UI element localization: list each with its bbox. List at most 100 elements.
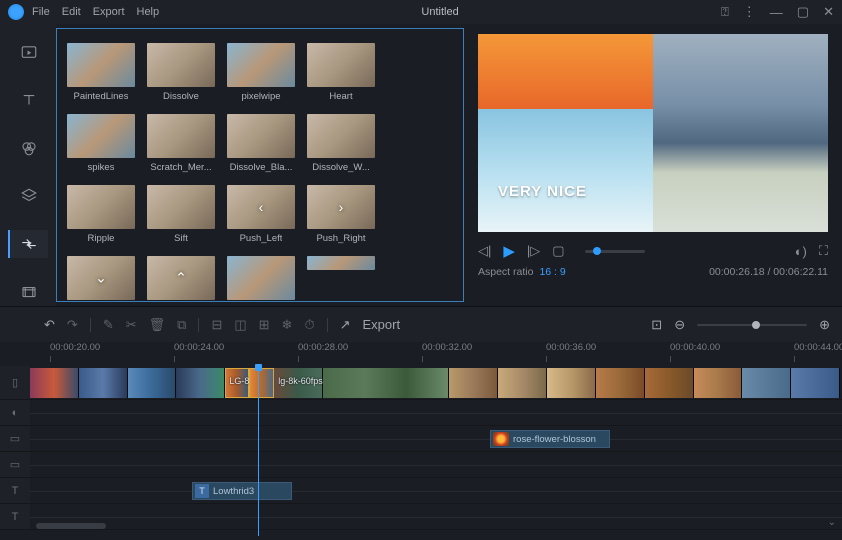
cut-button[interactable]: ✂: [126, 317, 137, 333]
timeline-more-icon[interactable]: ⌄: [828, 517, 836, 528]
zoom-out-button[interactable]: ⊖: [674, 317, 685, 333]
video-clip[interactable]: [742, 368, 791, 398]
stop-button[interactable]: ▢: [552, 243, 564, 259]
ruler-tick: 00:00:20.00: [50, 342, 100, 353]
video-clip[interactable]: [791, 368, 840, 398]
track-video-icon[interactable]: ▯: [0, 366, 30, 400]
volume-icon[interactable]: ◐): [795, 244, 807, 259]
video-clip[interactable]: [547, 368, 596, 398]
video-clip[interactable]: [128, 368, 177, 398]
redo-button[interactable]: ↷: [67, 317, 78, 333]
copy-button[interactable]: ⧉: [177, 317, 186, 333]
video-clip[interactable]: [249, 368, 274, 398]
video-clip[interactable]: [596, 368, 645, 398]
prev-frame-button[interactable]: ◁|: [478, 243, 491, 259]
time-ruler[interactable]: 00:00:20.0000:00:24.0000:00:28.0000:00:3…: [30, 342, 842, 366]
export-label[interactable]: Export: [363, 317, 401, 332]
aspect-ratio-value[interactable]: 16 : 9: [539, 266, 565, 278]
delete-button[interactable]: 🗑: [149, 317, 166, 333]
edit-button[interactable]: ✎: [103, 317, 114, 333]
effect-item[interactable]: Heart: [307, 43, 375, 102]
elements-tab[interactable]: [8, 278, 48, 306]
track-text2-icon[interactable]: T: [0, 504, 30, 530]
video-clip[interactable]: [30, 368, 79, 398]
effect-item[interactable]: spikes: [67, 114, 135, 173]
playback-progress-thumb[interactable]: [593, 247, 601, 255]
menu-file[interactable]: File: [32, 6, 50, 18]
effect-item[interactable]: Ripple: [67, 185, 135, 244]
overlay-track-2[interactable]: [30, 452, 842, 478]
effect-item[interactable]: Dissolve_Bla...: [227, 114, 295, 173]
overlay-track[interactable]: rose-flower-blosson: [30, 426, 842, 452]
video-clip[interactable]: [449, 368, 498, 398]
effect-item[interactable]: Dissolve_W...: [307, 114, 375, 173]
track-filter-icon[interactable]: ◐: [0, 400, 30, 426]
effect-item[interactable]: Sift: [147, 185, 215, 244]
effect-thumb: [67, 43, 135, 87]
video-clip[interactable]: [79, 368, 128, 398]
text-clip[interactable]: T Lowthrid3: [192, 482, 292, 500]
tracks-area[interactable]: LG-8 lg-8k-60fps HDR NATURE basic30 ultra…: [30, 366, 842, 530]
effect-item[interactable]: Dissolve: [147, 43, 215, 102]
speed-button[interactable]: ⏱: [304, 317, 314, 333]
video-track[interactable]: LG-8 lg-8k-60fps HDR NATURE basic30 ultra…: [30, 366, 842, 400]
effect-item[interactable]: ‹Push_Left: [227, 185, 295, 244]
timeline-scrollbar[interactable]: [36, 523, 106, 529]
mosaic-button[interactable]: ⊞: [259, 317, 270, 333]
zoom-slider[interactable]: [697, 324, 807, 326]
video-clip[interactable]: [694, 368, 743, 398]
effect-item[interactable]: ⌃Push_Up: [147, 256, 215, 302]
video-clip[interactable]: [323, 368, 449, 398]
next-frame-button[interactable]: |▷: [527, 243, 540, 259]
effect-item[interactable]: ›Push_Right: [307, 185, 375, 244]
freeze-button[interactable]: ❄: [282, 317, 293, 333]
menu-help[interactable]: Help: [137, 6, 160, 18]
close-button[interactable]: ✕: [823, 4, 834, 20]
video-clip-strip[interactable]: LG-8 lg-8k-60fps HDR NATURE basic30 ultra…: [30, 368, 840, 398]
effect-item[interactable]: ⌄Push_Down: [67, 256, 135, 302]
filter-track[interactable]: [30, 400, 842, 426]
zoom-thumb[interactable]: [752, 321, 760, 329]
track-text-icon[interactable]: T: [0, 478, 30, 504]
export-toolbar-button[interactable]: ↗: [340, 317, 351, 333]
text-track[interactable]: T Lowthrid3: [30, 478, 842, 504]
video-clip[interactable]: lg-8k-60fps HDR NATURE basic30 ultra hd …: [274, 368, 323, 398]
video-clip[interactable]: [176, 368, 225, 398]
menu-export[interactable]: Export: [93, 6, 125, 18]
minimize-button[interactable]: —: [770, 5, 783, 20]
playback-progress[interactable]: [585, 250, 645, 253]
track-overlay-icon[interactable]: ▭: [0, 426, 30, 452]
fullscreen-icon[interactable]: ⛶: [819, 243, 828, 259]
effect-item[interactable]: Scratch_Mer...: [147, 114, 215, 173]
track-overlay2-icon[interactable]: ▭: [0, 452, 30, 478]
user-icon[interactable]: ⍰: [721, 4, 729, 20]
video-clip[interactable]: LG-8: [225, 368, 249, 398]
zoom-in-button[interactable]: ⊕: [819, 317, 830, 333]
filters-tab[interactable]: [8, 134, 48, 162]
overlay-clip[interactable]: rose-flower-blosson: [490, 430, 610, 448]
media-tab[interactable]: [8, 38, 48, 66]
maximize-button[interactable]: ▢: [797, 4, 809, 20]
undo-button[interactable]: ↶: [44, 317, 55, 333]
effect-item[interactable]: Scratch_Dust: [227, 256, 295, 302]
text-tab[interactable]: [8, 86, 48, 114]
effect-thumb: [147, 185, 215, 229]
preview-screen[interactable]: VERY NICE: [478, 34, 828, 232]
effect-item[interactable]: pixelwipe: [227, 43, 295, 102]
menu-edit[interactable]: Edit: [62, 6, 81, 18]
split-button[interactable]: ⊟: [211, 317, 222, 333]
video-clip[interactable]: [498, 368, 547, 398]
video-clip[interactable]: [645, 368, 694, 398]
more-icon[interactable]: ⋮: [743, 4, 756, 20]
text-track-2[interactable]: [30, 504, 842, 530]
crop-button[interactable]: ◫: [234, 317, 246, 333]
effect-label: Dissolve: [163, 91, 199, 102]
fit-button[interactable]: ⊡: [651, 317, 662, 333]
effect-item[interactable]: PaintedLines: [67, 43, 135, 102]
overlays-tab[interactable]: [8, 182, 48, 210]
effect-item[interactable]: [307, 256, 375, 302]
transitions-tab[interactable]: [8, 230, 48, 258]
playhead[interactable]: [258, 366, 259, 536]
effects-panel[interactable]: PaintedLines Dissolve pixelwipeHeart spikes…: [56, 28, 464, 302]
play-button[interactable]: ▶: [503, 242, 515, 260]
